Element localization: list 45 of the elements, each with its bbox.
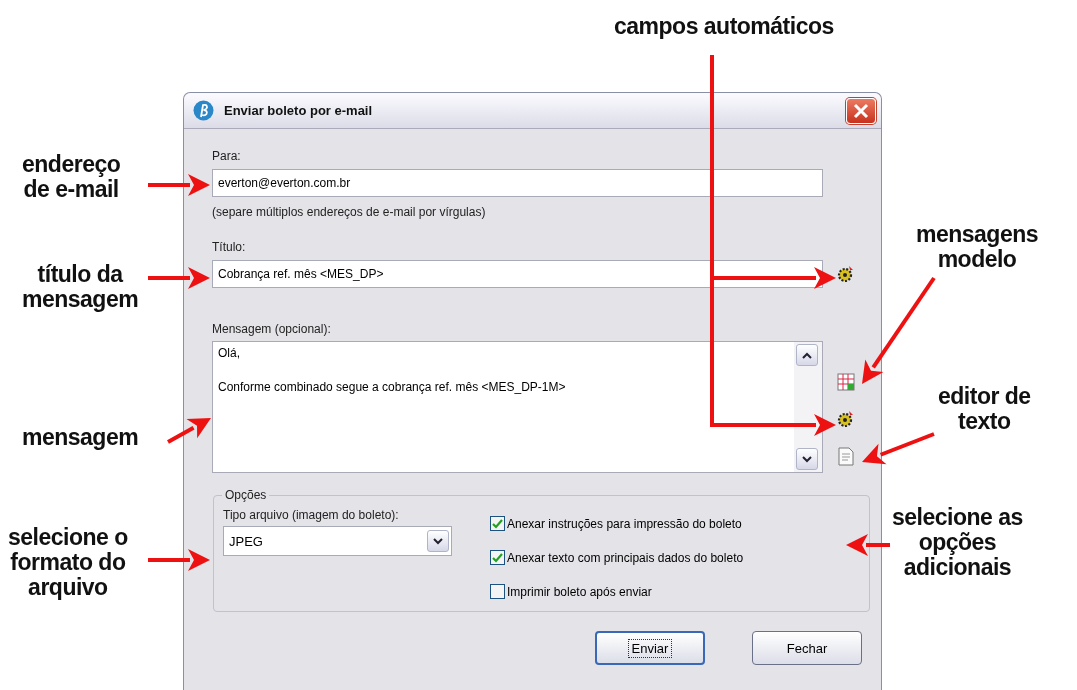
callout-label: mensagens modelo (916, 222, 1039, 272)
callout-label: selecione as opções adicionais (892, 505, 1023, 580)
app-logo-icon (193, 100, 214, 121)
close-icon (853, 102, 869, 119)
callout-label: endereço de e-mail (22, 152, 121, 202)
checkbox-label[interactable]: Anexar instruções para impressão do boleto (507, 516, 742, 531)
callout-arrow (148, 267, 210, 289)
field-label: Tipo arquivo (imagem do boleto): (223, 508, 400, 522)
checkbox-label[interactable]: Imprimir boleto após enviar (507, 584, 652, 599)
email-field[interactable]: everton@everton.com.br (212, 169, 823, 197)
checkbox[interactable] (490, 584, 505, 599)
gear-icon[interactable] (835, 264, 856, 284)
dialog-button[interactable]: Enviar (595, 631, 705, 665)
hint-text: (separe múltiplos endereços de e-mail por vírgulas) (212, 205, 487, 219)
checkbox[interactable] (490, 516, 505, 531)
dialog-button[interactable]: Fechar (752, 631, 862, 665)
callout-label: editor de texto (938, 384, 1031, 434)
field-label: Título: (212, 240, 247, 254)
chevron-down-icon (802, 455, 812, 463)
file-type-dropdown[interactable]: JPEG (223, 526, 452, 556)
callout-label: campos automáticos (614, 14, 834, 39)
callout-arrow (148, 174, 210, 196)
table-icon[interactable] (836, 373, 855, 391)
callout-arrow (148, 549, 210, 571)
scroll-up-button[interactable] (796, 344, 818, 366)
callout-arrow (167, 418, 211, 444)
callout-label: selecione o formato do arquivo (8, 525, 128, 600)
callout-label: mensagem (22, 425, 139, 450)
scroll-bar[interactable] (794, 342, 822, 472)
field-label: Mensagem (opcional): (212, 322, 332, 336)
chevron-up-icon (802, 351, 812, 359)
dropdown-button[interactable] (427, 530, 449, 552)
gear-icon[interactable] (835, 409, 856, 429)
message-field[interactable]: Olá, Conforme combinado segue a cobrança ref. mês <MES_DP-1M> (212, 341, 823, 473)
subject-field[interactable]: Cobrança ref. mês <MES_DP> (212, 260, 823, 288)
group-title: Opções (224, 488, 268, 502)
callout-label: título da mensagem (22, 262, 139, 312)
checkbox[interactable] (490, 550, 505, 565)
window-title: Enviar boleto por e-mail (224, 103, 374, 118)
callout-arrow (846, 534, 890, 556)
chevron-down-icon (433, 537, 443, 545)
scroll-down-button[interactable] (796, 448, 818, 470)
close-button[interactable] (846, 97, 876, 124)
checkbox-label[interactable]: Anexar texto com principais dados do boleto (507, 550, 744, 565)
field-label: Para: (212, 149, 242, 163)
